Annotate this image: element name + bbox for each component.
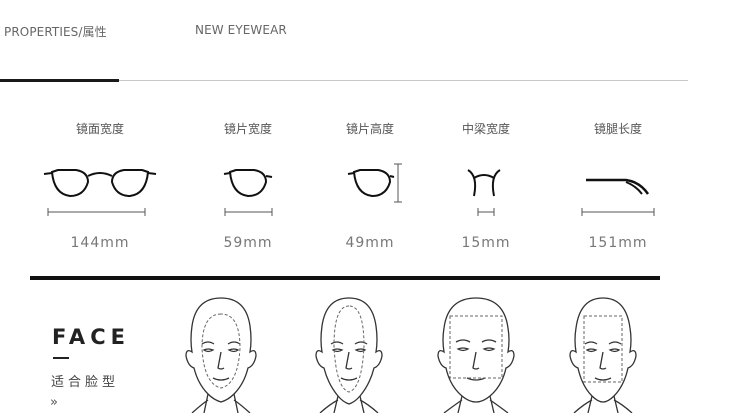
face-oval-icon xyxy=(185,297,257,413)
spec-lens-width: 镜片宽度 59mm xyxy=(178,116,318,256)
tab-active-indicator xyxy=(0,79,119,82)
bridge-width-icon xyxy=(467,169,501,216)
spec-label: 镜片宽度 xyxy=(223,122,272,136)
face-title: FACE xyxy=(52,325,130,349)
spec-value: 144mm xyxy=(70,235,130,251)
spec-value: 59mm xyxy=(223,235,273,251)
glasses-front-width-icon xyxy=(43,169,157,216)
face-rectangle-icon xyxy=(569,297,637,413)
spec-temple-length: 镜腿长度 151mm xyxy=(548,116,688,256)
tab-new-eyewear[interactable]: NEW EYEWEAR xyxy=(195,23,287,37)
tab-bar: PROPERTIES/属性 NEW EYEWEAR xyxy=(0,0,730,84)
spec-label: 镜面宽度 xyxy=(75,122,124,136)
temple-length-icon xyxy=(581,178,655,216)
spec-value: 151mm xyxy=(588,235,648,251)
face-subtitle: 适合脸型 xyxy=(51,375,120,390)
spec-label: 中梁宽度 xyxy=(461,122,510,136)
face-long-icon xyxy=(315,297,383,413)
section-divider xyxy=(30,276,660,280)
tab-properties[interactable]: PROPERTIES/属性 xyxy=(4,23,107,40)
face-square-icon xyxy=(437,297,515,413)
spec-frame-width: 镜面宽度 144mm xyxy=(30,116,170,256)
spec-label: 镜腿长度 xyxy=(593,122,642,136)
spec-value: 15mm xyxy=(461,235,511,251)
more-arrow-icon[interactable]: » xyxy=(50,395,58,410)
spec-bridge-width: 中梁宽度 15mm xyxy=(416,116,556,256)
lens-width-icon xyxy=(223,169,273,216)
face-title-underline xyxy=(53,357,69,359)
